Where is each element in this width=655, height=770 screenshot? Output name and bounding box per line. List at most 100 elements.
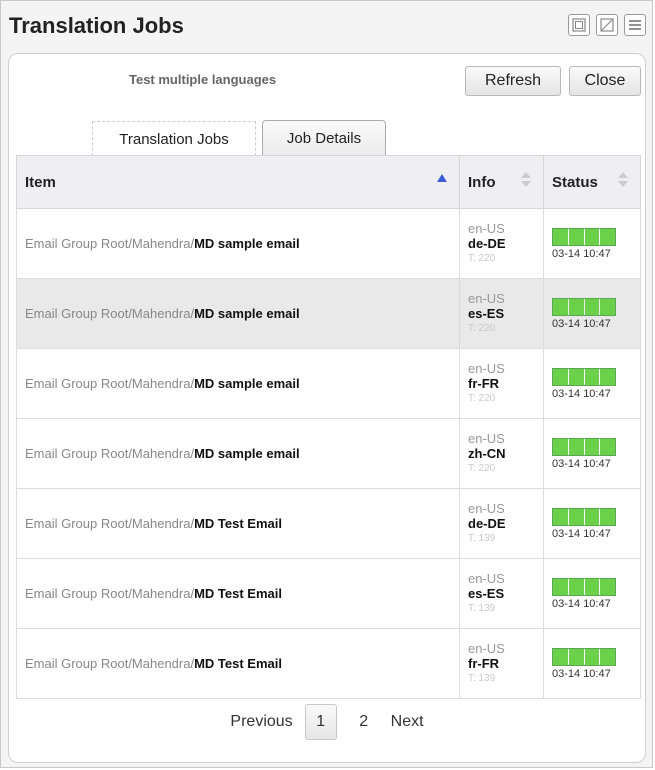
progress-segment [553,578,568,595]
status-cell: 03-14 10:47 [543,348,641,419]
menu-icon[interactable] [624,14,646,36]
page-1-button[interactable]: 1 [304,704,337,740]
progress-segment [553,508,568,525]
target-language: fr-FR [468,656,500,671]
source-language: en-US [468,361,505,376]
status-time: 03-14 10:47 [552,527,611,540]
progress-segment [584,368,600,385]
table-row[interactable]: Email Group Root/Mahendra/MD Test Email e… [16,558,641,629]
item-path: Email Group Root/Mahendra/ [25,655,195,671]
progress-segment [600,438,615,455]
jobs-panel: Test multiple languages Refresh Close Tr… [8,53,646,763]
table-row[interactable]: Email Group Root/Mahendra/MD sample emai… [16,278,641,349]
table-row[interactable]: Email Group Root/Mahendra/MD sample emai… [16,348,641,419]
progress-segment [553,648,568,665]
item-name: MD sample email [194,235,300,251]
token-count: T: 220 [468,463,496,474]
jobs-table: Item Info Status Email Group Root/Mahend… [16,155,641,699]
progress-segment [568,578,584,595]
sort-icon [618,172,628,187]
progress-segment [568,438,584,455]
item-cell: Email Group Root/Mahendra/MD Test Email [16,488,460,559]
info-cell: en-US es-ES T: 139 [459,558,544,629]
target-language: es-ES [468,306,505,321]
item-cell: Email Group Root/Mahendra/MD Test Email [16,558,460,629]
fullscreen-icon[interactable] [596,14,618,36]
next-page-link[interactable]: Next [391,713,424,731]
progress-segment [600,508,615,525]
table-row[interactable]: Email Group Root/Mahendra/MD sample emai… [16,208,641,279]
source-language: en-US [468,501,505,516]
token-count: T: 220 [468,393,496,404]
progress-segment [584,648,600,665]
table-row[interactable]: Email Group Root/Mahendra/MD sample emai… [16,418,641,489]
status-cell: 03-14 10:47 [543,208,641,279]
tab-translation-jobs[interactable]: Translation Jobs [92,121,256,156]
item-cell: Email Group Root/Mahendra/MD Test Email [16,628,460,699]
previous-page-link[interactable]: Previous [230,713,292,731]
close-button[interactable]: Close [569,66,641,96]
column-header-item[interactable]: Item [16,155,460,209]
table-row[interactable]: Email Group Root/Mahendra/MD Test Email e… [16,488,641,559]
token-count: T: 220 [468,253,496,264]
progress-segment [600,578,615,595]
target-language: zh-CN [468,446,506,461]
progress-segment [584,578,600,595]
status-cell: 03-14 10:47 [543,558,641,629]
info-cell: en-US es-ES T: 220 [459,278,544,349]
status-time: 03-14 10:47 [552,457,611,470]
progress-segment [553,298,568,315]
table-row[interactable]: Email Group Root/Mahendra/MD Test Email e… [16,628,641,699]
info-cell: en-US fr-FR T: 220 [459,348,544,419]
progress-segment [600,298,615,315]
progress-segment [584,508,600,525]
item-name: MD sample email [194,375,300,391]
item-path: Email Group Root/Mahendra/ [25,375,195,391]
token-count: T: 220 [468,323,496,334]
target-language: de-DE [468,516,506,531]
column-header-status[interactable]: Status [543,155,641,209]
status-cell: 03-14 10:47 [543,418,641,489]
progress-segment [553,228,568,245]
pagination: Previous 1 2 Next [9,702,645,742]
progress-bar [552,437,616,456]
refresh-button[interactable]: Refresh [465,66,561,96]
info-cell: en-US fr-FR T: 139 [459,628,544,699]
item-path: Email Group Root/Mahendra/ [25,515,195,531]
item-name: MD Test Email [194,585,282,601]
status-time: 03-14 10:47 [552,667,611,680]
status-cell: 03-14 10:47 [543,488,641,559]
tab-job-details[interactable]: Job Details [262,120,386,155]
panel-subtitle: Test multiple languages [129,72,277,87]
status-time: 03-14 10:47 [552,597,611,610]
item-name: MD sample email [194,445,300,461]
source-language: en-US [468,221,505,236]
table-header-row: Item Info Status [16,155,641,209]
column-header-info[interactable]: Info [459,155,544,209]
progress-segment [553,438,568,455]
progress-segment [568,648,584,665]
token-count: T: 139 [468,603,496,614]
item-cell: Email Group Root/Mahendra/MD sample emai… [16,348,460,419]
info-cell: en-US zh-CN T: 220 [459,418,544,489]
progress-bar [552,507,616,526]
translation-jobs-window: Translation Jobs Test multiple languages… [0,0,653,768]
target-language: de-DE [468,236,506,251]
progress-segment [568,368,584,385]
progress-segment [600,368,615,385]
column-header-status-label: Status [552,173,598,191]
token-count: T: 139 [468,673,496,684]
progress-segment [584,438,600,455]
progress-bar [552,647,616,666]
status-time: 03-14 10:47 [552,247,611,260]
item-name: MD Test Email [194,515,282,531]
progress-segment [568,508,584,525]
source-language: en-US [468,571,505,586]
target-language: fr-FR [468,376,500,391]
item-name: MD sample email [194,305,300,321]
info-cell: en-US de-DE T: 220 [459,208,544,279]
restore-icon[interactable] [568,14,590,36]
progress-segment [568,228,584,245]
source-language: en-US [468,641,505,656]
page-2-button[interactable]: 2 [349,705,379,739]
